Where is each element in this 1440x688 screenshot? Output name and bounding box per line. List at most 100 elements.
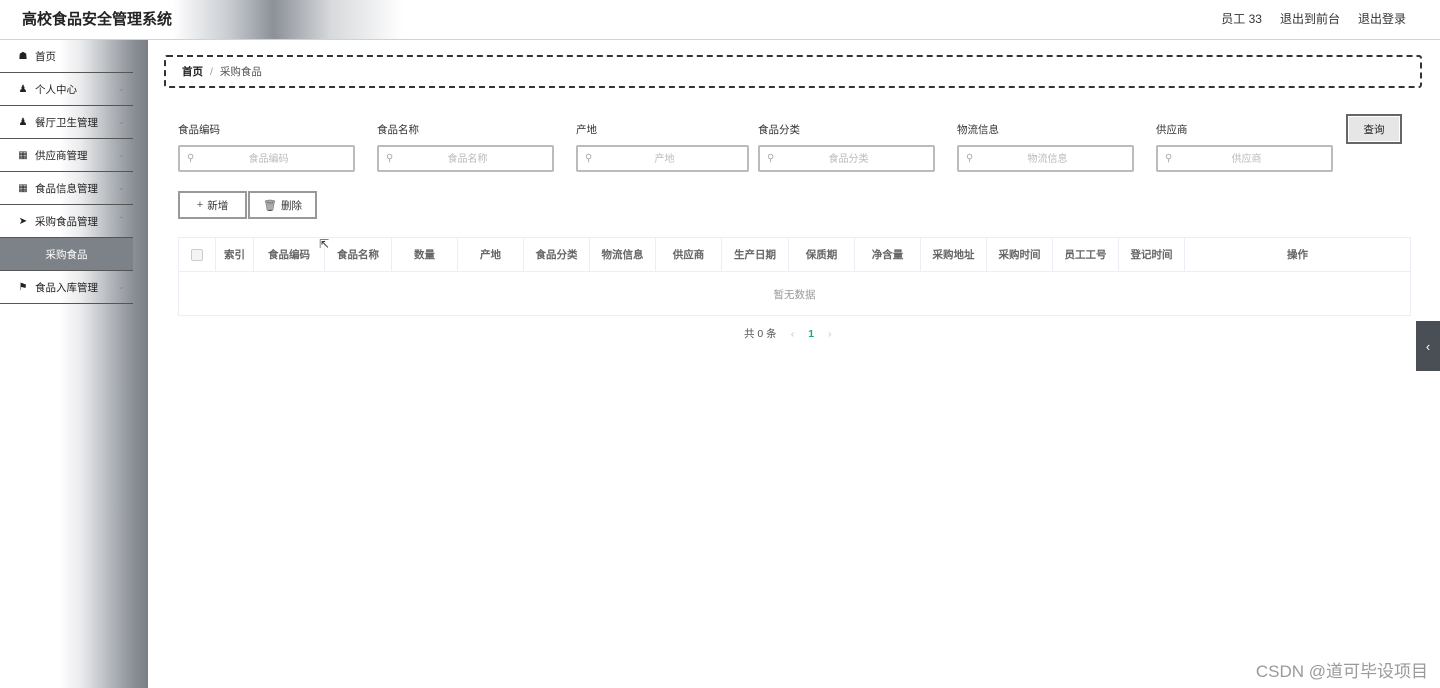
delete-button[interactable]: 🗑 删除 <box>248 191 317 219</box>
add-button-label: 新增 <box>207 199 229 212</box>
sidebar-item-label: 食品入库管理 <box>35 281 98 294</box>
plus-icon: + <box>196 199 204 211</box>
flag-icon: ⚑ <box>18 281 28 293</box>
mouse-cursor-icon: ⇱ <box>319 237 330 251</box>
sidebar-item-label: 食品信息管理 <box>35 182 98 195</box>
sidebar-item-home[interactable]: ☗ 首页 <box>0 40 133 73</box>
table-header-cell: 供应商 <box>656 238 722 271</box>
page-number[interactable]: 1 <box>808 328 814 340</box>
pagination: 共 0 条 ‹ 1 › <box>744 326 832 341</box>
watermark: CSDN @道可毕设项目 <box>1255 662 1428 681</box>
table-header-cell: 索引 <box>216 238 254 271</box>
top-header: 高校食品安全管理系统 员工 33 退出到前台 退出登录 <box>0 0 1440 40</box>
prev-page-icon[interactable]: ‹ <box>791 328 795 340</box>
search-icon: ⚲ <box>767 153 775 164</box>
search-field-category: 食品分类 ⚲ <box>758 122 937 172</box>
search-icon: ⚲ <box>1165 153 1173 164</box>
table-header-cell: 采购地址 <box>921 238 987 271</box>
send-icon: ➤ <box>18 215 28 227</box>
sidebar: ☗ 首页 ♟ 个人中心 ⌄ ♟ 餐厅卫生管理 ⌄ ▦ 供应商管理 ⌄ ▦ 食品信… <box>0 40 148 688</box>
field-label: 产地 <box>576 124 597 136</box>
field-label: 物流信息 <box>957 124 999 136</box>
data-table: 索引 食品编码 食品名称 数量 产地 食品分类 物流信息 供应商 生产日期 保质… <box>178 237 1411 316</box>
table-header-cell: 净含量 <box>855 238 921 271</box>
breadcrumb-separator: / <box>210 65 213 78</box>
sidebar-subitem-purchased-food[interactable]: 采购食品 <box>0 238 133 271</box>
search-icon: ⚲ <box>187 153 195 164</box>
chevron-down-icon: ⌄ <box>117 182 125 192</box>
table-header-cell: 产地 <box>458 238 524 271</box>
search-field-code: 食品编码 ⚲ <box>178 122 357 172</box>
origin-input[interactable] <box>578 147 751 172</box>
sidebar-item-label: 餐厅卫生管理 <box>35 116 98 129</box>
chevron-down-icon: ⌄ <box>117 281 125 291</box>
table-header-cell: 数量 <box>392 238 458 271</box>
sidebar-item-personal-center[interactable]: ♟ 个人中心 ⌄ <box>0 73 133 106</box>
search-field-name: 食品名称 ⚲ <box>377 122 556 172</box>
query-button[interactable]: 查询 <box>1346 114 1402 144</box>
header-actions: 员工 33 退出到前台 退出登录 <box>1221 10 1406 27</box>
trash-icon: 🗑 <box>263 199 277 212</box>
next-page-icon[interactable]: › <box>828 328 832 340</box>
table-header-cell: 物流信息 <box>590 238 656 271</box>
user-icon: ♟ <box>18 83 28 95</box>
table-header-cell: 生产日期 <box>722 238 789 271</box>
search-icon: ⚲ <box>966 153 974 164</box>
field-label: 供应商 <box>1156 124 1188 136</box>
sidebar-item-supplier[interactable]: ▦ 供应商管理 ⌄ <box>0 139 133 172</box>
delete-button-label: 删除 <box>280 199 302 212</box>
grid-icon: ▦ <box>18 182 28 194</box>
table-header-cell: 食品分类 <box>524 238 590 271</box>
add-button[interactable]: + 新增 <box>178 191 247 219</box>
user-icon: ♟ <box>18 116 28 128</box>
chevron-down-icon: ⌄ <box>117 116 125 126</box>
food-code-input[interactable] <box>180 147 357 172</box>
chevron-left-icon: ‹ <box>1425 338 1431 354</box>
table-header-cell: 采购时间 <box>987 238 1053 271</box>
chevron-up-icon: ⌃ <box>117 215 125 225</box>
current-user: 员工 33 <box>1221 12 1262 26</box>
table-header-cell: 食品编码 <box>254 238 325 271</box>
origin-input-wrap: ⚲ <box>576 145 751 172</box>
app-title: 高校食品安全管理系统 <box>22 11 173 28</box>
sidebar-item-hygiene[interactable]: ♟ 餐厅卫生管理 ⌄ <box>0 106 133 139</box>
select-all-cell <box>179 238 216 271</box>
chevron-down-icon: ⌄ <box>117 83 125 93</box>
food-name-input[interactable] <box>379 147 556 172</box>
table-header-cell: 保质期 <box>789 238 855 271</box>
supplier-input-wrap: ⚲ <box>1156 145 1335 172</box>
exit-to-front-link[interactable]: 退出到前台 <box>1280 10 1340 27</box>
side-panel-toggle[interactable]: ‹ <box>1416 321 1440 371</box>
table-header: 索引 食品编码 食品名称 数量 产地 食品分类 物流信息 供应商 生产日期 保质… <box>179 238 1410 272</box>
logistics-input-wrap: ⚲ <box>957 145 1136 172</box>
food-code-input-wrap: ⚲ <box>178 145 357 172</box>
empty-table-message: 暂无数据 <box>773 288 816 301</box>
table-header-cell: 操作 <box>1287 249 1308 261</box>
search-field-logistics: 物流信息 ⚲ <box>957 122 1136 172</box>
food-name-input-wrap: ⚲ <box>377 145 556 172</box>
home-icon: ☗ <box>18 50 28 62</box>
category-input-wrap: ⚲ <box>758 145 937 172</box>
sidebar-item-label: 首页 <box>35 50 56 63</box>
table-header-cell: 员工工号 <box>1053 238 1119 271</box>
search-icon: ⚲ <box>585 153 593 164</box>
field-label: 食品分类 <box>758 124 800 136</box>
sidebar-item-label: 供应商管理 <box>35 149 88 162</box>
grid-icon: ▦ <box>18 149 28 161</box>
sidebar-item-food-info[interactable]: ▦ 食品信息管理 ⌄ <box>0 172 133 205</box>
breadcrumb-home[interactable]: 首页 <box>182 64 203 79</box>
category-input[interactable] <box>760 147 937 172</box>
sidebar-item-label: 采购食品管理 <box>35 215 98 228</box>
search-field-origin: 产地 ⚲ <box>576 122 751 172</box>
pagination-total: 共 0 条 <box>744 328 777 340</box>
breadcrumb-current: 采购食品 <box>219 66 262 78</box>
sidebar-item-purchase[interactable]: ➤ 采购食品管理 ⌃ <box>0 205 133 238</box>
select-all-checkbox[interactable] <box>191 248 203 261</box>
logout-link[interactable]: 退出登录 <box>1358 10 1406 27</box>
logistics-input[interactable] <box>959 147 1136 172</box>
supplier-input[interactable] <box>1158 147 1335 172</box>
field-label: 食品编码 <box>178 124 220 136</box>
chevron-down-icon: ⌄ <box>117 149 125 159</box>
field-label: 食品名称 <box>377 124 419 136</box>
sidebar-item-storage[interactable]: ⚑ 食品入库管理 ⌄ <box>0 271 133 304</box>
